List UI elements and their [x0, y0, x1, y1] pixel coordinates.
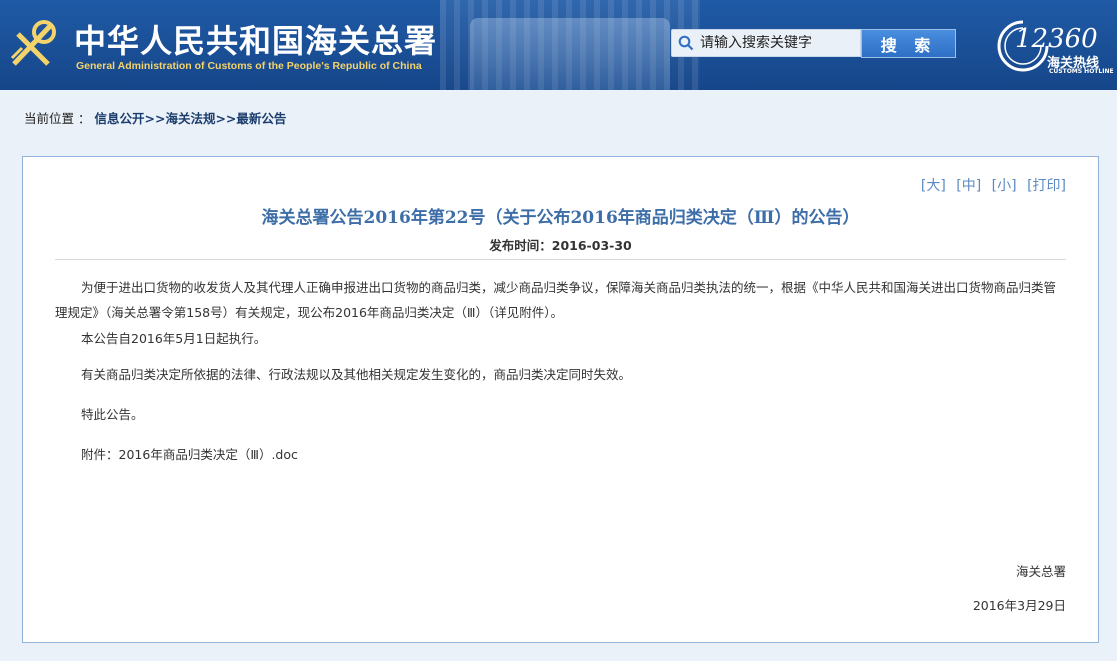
breadcrumb-label: 当前位置 ：: [24, 111, 91, 126]
hotline-logo[interactable]: 12360 海关热线 CUSTOMS HOTLINE: [993, 12, 1114, 78]
site-header: 中华人民共和国海关总署 General Administration of Cu…: [0, 0, 1117, 90]
paragraph: 本公告自2016年5月1日起执行。: [81, 331, 267, 346]
signer: 海关总署: [1015, 564, 1066, 579]
breadcrumb: 当前位置 ： 信息公开>>海关法规>>最新公告: [24, 108, 286, 127]
breadcrumb-item-info[interactable]: 信息公开: [94, 111, 144, 126]
breadcrumb-item-latest[interactable]: 最新公告: [236, 111, 286, 126]
hotline-number: 12360: [1015, 24, 1098, 54]
font-size-controls: [大] [中] [小] [打印]: [915, 175, 1066, 195]
article-title: 海关总署公告2016年第22号（关于公布2016年商品归类决定（Ⅲ）的公告）: [261, 208, 860, 228]
breadcrumb-separator: >>: [144, 111, 166, 126]
font-small-link[interactable]: [小]: [992, 178, 1017, 194]
search-input[interactable]: [700, 35, 855, 51]
attachment-label: 附件：: [81, 447, 119, 462]
font-large-link[interactable]: [大]: [921, 178, 946, 194]
paragraph: 特此公告。: [81, 407, 144, 422]
site-title[interactable]: 中华人民共和国海关总署: [74, 16, 437, 62]
hotline-label-en: CUSTOMS HOTLINE: [1049, 68, 1114, 75]
attachment-link[interactable]: 2016年商品归类决定（Ⅲ）.doc: [119, 447, 298, 462]
customs-emblem-icon[interactable]: [8, 14, 64, 70]
search-box: [671, 29, 861, 57]
print-link[interactable]: [打印]: [1027, 178, 1066, 194]
header-building: [470, 18, 670, 90]
sign-date: 2016年3月29日: [972, 598, 1066, 613]
title-divider: [55, 259, 1066, 260]
paragraph: 有关商品归类决定所依据的法律、行政法规以及其他相关规定发生变化的，商品归类决定同…: [81, 367, 632, 382]
publish-date: 发布时间：2016-03-30: [489, 238, 632, 253]
search-button[interactable]: 搜 索: [861, 29, 956, 58]
font-medium-link[interactable]: [中]: [956, 178, 981, 194]
breadcrumb-separator: >>: [215, 111, 237, 126]
attachment-line: 附件：2016年商品归类决定（Ⅲ）.doc: [55, 443, 1056, 467]
article-panel: [大] [中] [小] [打印] 海关总署公告2016年第22号（关于公布201…: [22, 156, 1099, 643]
article-body: 为便于进出口货物的收发货人及其代理人正确申报进出口货物的商品归类，减少商品归类争…: [55, 275, 1056, 467]
paragraph: 为便于进出口货物的收发货人及其代理人正确申报进出口货物的商品归类，减少商品归类争…: [55, 280, 1057, 320]
search-icon: [672, 30, 700, 56]
site-subtitle: General Administration of Customs of the…: [76, 60, 422, 72]
breadcrumb-item-regulations[interactable]: 海关法规: [165, 111, 215, 126]
